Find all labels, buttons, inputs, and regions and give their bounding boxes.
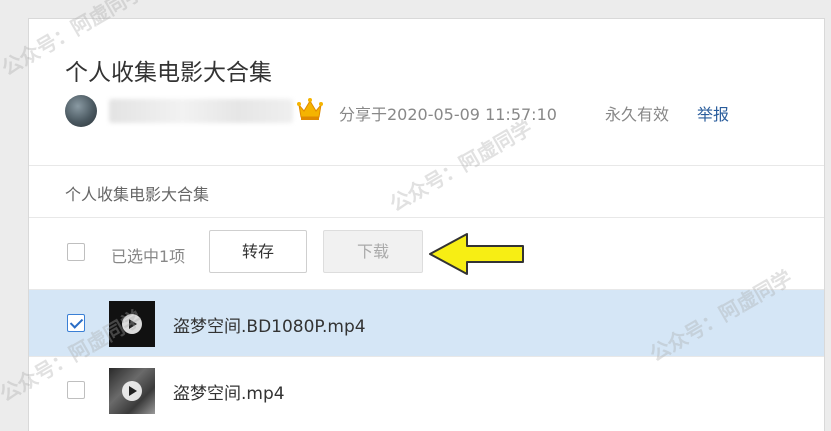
breadcrumb[interactable]: 个人收集电影大合集 bbox=[65, 181, 209, 205]
selected-count: 已选中1项 bbox=[111, 247, 186, 266]
divider bbox=[29, 165, 824, 166]
play-icon bbox=[122, 314, 142, 334]
validity-label: 永久有效 bbox=[605, 105, 670, 124]
file-name[interactable]: 盗梦空间.BD1080P.mp4 bbox=[173, 312, 366, 337]
share-meta: 分享于2020-05-09 11:57:10 永久有效 举报 bbox=[65, 95, 805, 127]
arrow-left-icon bbox=[429, 233, 524, 275]
play-icon bbox=[122, 381, 142, 401]
username-blurred[interactable] bbox=[109, 99, 293, 123]
save-to-netdisk-button[interactable]: 转存 bbox=[209, 230, 307, 273]
select-all-checkbox[interactable] bbox=[67, 243, 85, 261]
file-name[interactable]: 盗梦空间.mp4 bbox=[173, 379, 285, 404]
page-title: 个人收集电影大合集 bbox=[65, 60, 272, 86]
report-link[interactable]: 举报 bbox=[697, 101, 729, 125]
crown-icon bbox=[297, 98, 323, 120]
share-panel: 个人收集电影大合集 分享于2020-05-09 11:57:10 永久有效 举报… bbox=[28, 18, 825, 431]
toolbar: 已选中1项 转存 下载 bbox=[29, 219, 824, 289]
divider bbox=[29, 217, 824, 218]
file-checkbox[interactable] bbox=[67, 314, 85, 332]
video-thumbnail bbox=[109, 301, 155, 347]
file-checkbox[interactable] bbox=[67, 381, 85, 399]
video-thumbnail bbox=[109, 368, 155, 414]
share-time: 分享于2020-05-09 11:57:10 bbox=[339, 105, 557, 124]
file-row[interactable]: 盗梦空间.mp4 bbox=[29, 357, 824, 423]
avatar[interactable] bbox=[65, 95, 97, 127]
download-button[interactable]: 下载 bbox=[323, 230, 423, 273]
file-row[interactable]: 盗梦空间.BD1080P.mp4 bbox=[29, 290, 824, 356]
